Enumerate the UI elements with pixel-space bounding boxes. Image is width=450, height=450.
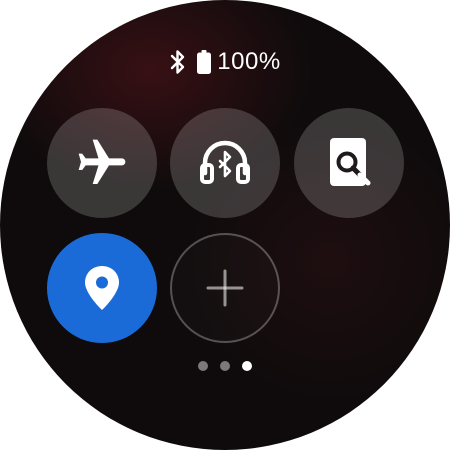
bluetooth-headphones-icon bbox=[195, 133, 255, 193]
airplane-icon bbox=[74, 135, 130, 191]
add-tile-button[interactable] bbox=[170, 233, 280, 343]
page-dot-1 bbox=[198, 361, 208, 371]
find-phone-icon bbox=[324, 135, 374, 191]
watch-face: 100% bbox=[0, 0, 450, 450]
plus-icon bbox=[205, 268, 245, 308]
page-dot-3-current bbox=[242, 361, 252, 371]
find-my-phone-tile[interactable] bbox=[294, 108, 404, 218]
battery-percent: 100% bbox=[217, 48, 281, 75]
page-indicator bbox=[0, 361, 450, 371]
location-tile[interactable] bbox=[47, 233, 157, 343]
status-bar: 100% bbox=[0, 46, 450, 78]
bluetooth-audio-tile[interactable] bbox=[170, 108, 280, 218]
page-dot-2 bbox=[220, 361, 230, 371]
battery-full-icon bbox=[197, 50, 212, 74]
bluetooth-icon bbox=[169, 49, 187, 75]
location-pin-icon bbox=[80, 263, 124, 313]
airplane-mode-tile[interactable] bbox=[47, 108, 157, 218]
